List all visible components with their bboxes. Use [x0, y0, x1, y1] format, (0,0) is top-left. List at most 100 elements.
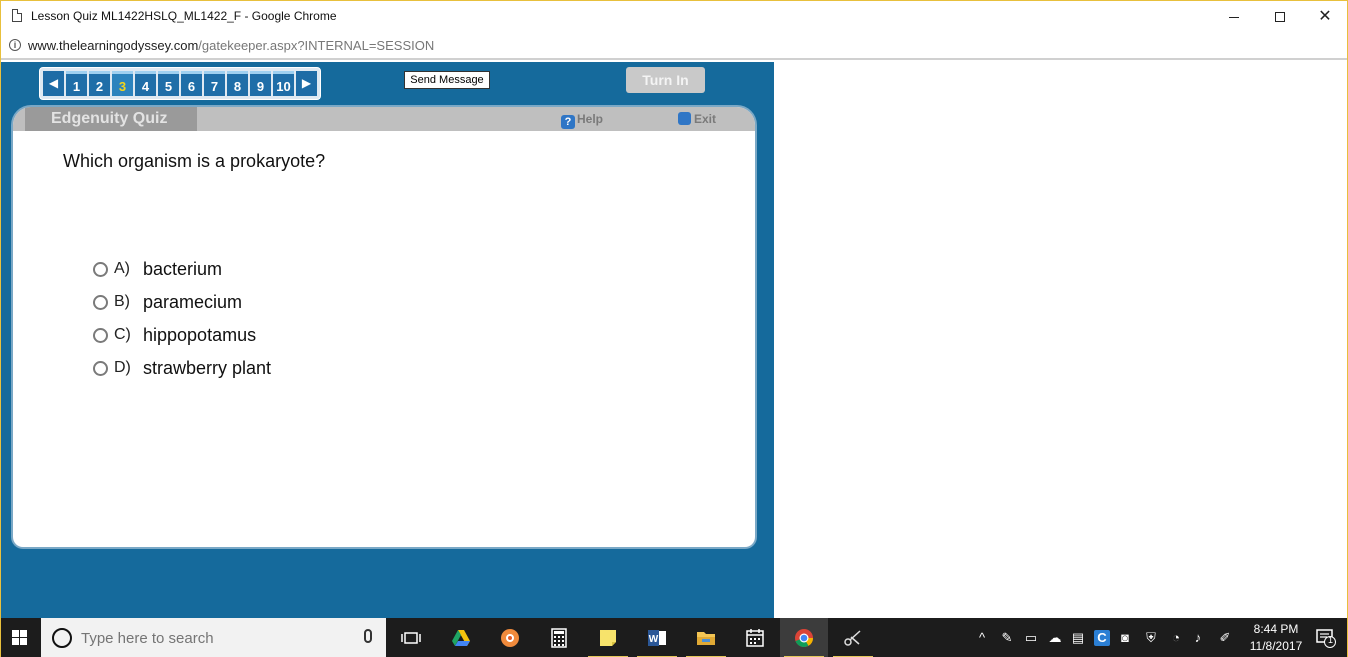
- google-drive-icon: [452, 630, 470, 646]
- question-button-9[interactable]: 9: [250, 71, 271, 96]
- calculator-app[interactable]: [535, 618, 583, 657]
- prev-question-button[interactable]: ◀: [43, 71, 64, 96]
- option-letter: C): [114, 326, 131, 343]
- info-icon[interactable]: i: [9, 39, 21, 51]
- sticky-notes-app[interactable]: [584, 618, 632, 657]
- option-text[interactable]: bacterium: [143, 259, 222, 280]
- action-center-button[interactable]: 1: [1315, 627, 1337, 649]
- question-button-10[interactable]: 10: [273, 71, 294, 96]
- question-button-2[interactable]: 2: [89, 71, 110, 96]
- defender-shield-icon[interactable]: ⛨: [1142, 630, 1160, 646]
- option-b[interactable]: B) paramecium: [93, 291, 242, 313]
- start-button[interactable]: [1, 618, 41, 657]
- onedrive-icon[interactable]: ☁: [1045, 630, 1065, 646]
- windows-logo-icon: [12, 630, 19, 637]
- word-app[interactable]: W: [633, 618, 681, 657]
- url-host: www.thelearningodyssey.com: [28, 38, 199, 53]
- task-view-button[interactable]: [387, 618, 435, 657]
- tray-display-icon[interactable]: ▤: [1069, 630, 1087, 646]
- tray-pen-icon[interactable]: ✎: [998, 630, 1016, 646]
- url-text[interactable]: www.thelearningodyssey.com/gatekeeper.as…: [28, 38, 434, 53]
- task-view-icon: [401, 632, 421, 644]
- page-icon: [12, 9, 22, 22]
- taskbar: W ^ ✎ ▭ ☁ ▤ C ◙ ⛨ ◔ ♪ ✐ 8:44 PM 11/8: [1, 618, 1347, 657]
- battery-icon[interactable]: ▭: [1022, 630, 1040, 646]
- turn-in-button[interactable]: Turn In: [626, 67, 705, 93]
- question-button-4[interactable]: 4: [135, 71, 156, 96]
- radio-b[interactable]: [93, 294, 108, 310]
- maximize-button[interactable]: [1257, 1, 1303, 32]
- screen: Lesson Quiz ML1422HSLQ_ML1422_F - Google…: [0, 0, 1348, 657]
- exit-icon: [678, 112, 691, 125]
- exit-label: Exit: [694, 112, 717, 126]
- cortana-icon[interactable]: [52, 628, 72, 648]
- windows-logo-pane: [20, 630, 27, 637]
- scissors-icon: [844, 630, 861, 646]
- question-text: Which organism is a prokaryote?: [63, 151, 326, 171]
- question-button-7[interactable]: 7: [204, 71, 225, 96]
- url-path: /gatekeeper.aspx?INTERNAL=SESSION: [198, 38, 435, 53]
- chrome-icon: [795, 629, 813, 648]
- pinwheel-app[interactable]: [486, 618, 534, 657]
- option-text[interactable]: hippopotamus: [143, 325, 256, 346]
- help-label: Help: [577, 112, 604, 126]
- svg-text:W: W: [649, 634, 659, 645]
- volume-icon[interactable]: ♪: [1189, 630, 1207, 646]
- calculator-icon: [551, 628, 567, 648]
- sticky-notes-icon: [600, 630, 616, 646]
- question-navigator: ◀ 1 2 3 4 5 6 7 8 9 10 ▶: [39, 67, 321, 100]
- card-header: Edgenuity Quiz ? Help Exit: [13, 107, 755, 131]
- notification-count: 1: [1327, 635, 1333, 645]
- option-d[interactable]: D) strawberry plant: [93, 357, 271, 379]
- radio-d[interactable]: [93, 360, 108, 376]
- radio-c[interactable]: [93, 327, 108, 343]
- windows-logo-pane: [12, 638, 19, 645]
- tray-hdd-icon[interactable]: ◙: [1117, 630, 1133, 646]
- send-message-button[interactable]: Send Message: [404, 71, 490, 89]
- radio-a[interactable]: [93, 261, 108, 277]
- question-button-5[interactable]: 5: [158, 71, 179, 96]
- close-button[interactable]: ✕: [1302, 1, 1347, 32]
- question-button-6[interactable]: 6: [181, 71, 202, 96]
- brand-label: Edgenuity Quiz: [25, 107, 197, 131]
- clock-time: 8:44 PM: [1253, 622, 1299, 636]
- option-letter: A): [114, 260, 130, 277]
- chrome-app[interactable]: [780, 618, 828, 657]
- option-letter: D): [114, 359, 131, 376]
- title-bar: Lesson Quiz ML1422HSLQ_ML1422_F - Google…: [1, 1, 1347, 32]
- microphone-icon[interactable]: [364, 629, 372, 643]
- snipping-tool-app[interactable]: [829, 618, 877, 657]
- option-text[interactable]: strawberry plant: [143, 358, 271, 379]
- address-bar[interactable]: i www.thelearningodyssey.com/gatekeeper.…: [1, 32, 1347, 60]
- question-button-3[interactable]: 3: [112, 71, 133, 96]
- calendar-icon: [746, 629, 764, 647]
- page-content: ◀ 1 2 3 4 5 6 7 8 9 10 ▶ Send Message Tu…: [1, 62, 1347, 618]
- taskbar-search[interactable]: [41, 618, 386, 657]
- google-drive-app[interactable]: [437, 618, 485, 657]
- minimize-button[interactable]: [1211, 1, 1257, 32]
- next-question-button[interactable]: ▶: [296, 71, 317, 96]
- clock-date: 11/8/2017: [1249, 639, 1303, 653]
- maximize-icon: [1275, 12, 1285, 23]
- quiz-card: Edgenuity Quiz ? Help Exit Which organism…: [13, 107, 755, 547]
- tray-c-app-icon[interactable]: C: [1094, 630, 1110, 646]
- show-hidden-icons-button[interactable]: ^: [974, 630, 990, 646]
- exit-button[interactable]: Exit: [678, 112, 716, 126]
- option-text[interactable]: paramecium: [143, 292, 242, 313]
- option-letter: B): [114, 293, 130, 310]
- wifi-icon[interactable]: ◔: [1167, 630, 1185, 646]
- windows-logo-pane: [20, 638, 27, 645]
- search-input[interactable]: [81, 627, 341, 649]
- calendar-app[interactable]: [731, 618, 779, 657]
- file-explorer-app[interactable]: [682, 618, 730, 657]
- pen-workspace-icon[interactable]: ✐: [1216, 630, 1234, 646]
- option-a[interactable]: A) bacterium: [93, 258, 222, 280]
- option-c[interactable]: C) hippopotamus: [93, 324, 256, 346]
- help-icon: ?: [561, 115, 575, 129]
- quiz-app: ◀ 1 2 3 4 5 6 7 8 9 10 ▶ Send Message Tu…: [1, 62, 774, 618]
- window-title: Lesson Quiz ML1422HSLQ_ML1422_F - Google…: [31, 9, 337, 23]
- question-button-1[interactable]: 1: [66, 71, 87, 96]
- help-button[interactable]: ? Help: [561, 112, 603, 129]
- system-clock[interactable]: 8:44 PM 11/8/2017: [1245, 621, 1307, 655]
- question-button-8[interactable]: 8: [227, 71, 248, 96]
